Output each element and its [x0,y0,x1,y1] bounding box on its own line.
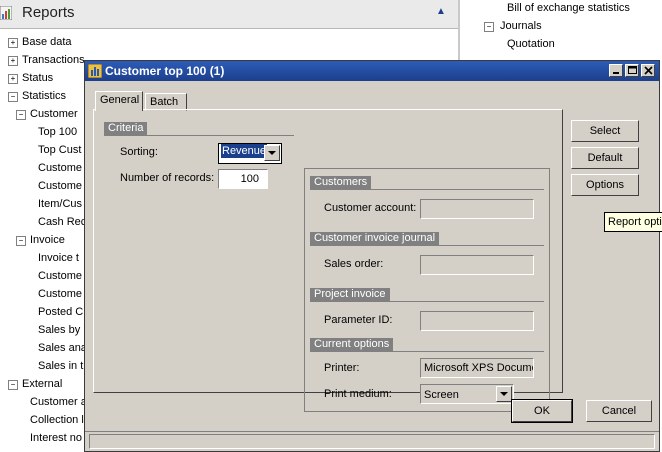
invoice-journal-divider [310,245,544,246]
invoice-journal-group-label: Customer invoice journal [310,232,440,245]
cancel-button[interactable]: Cancel [586,400,652,422]
maximize-button[interactable] [625,64,639,77]
tree-item[interactable]: Top Cust [38,144,81,156]
status-bar-field [89,434,655,449]
tree-item[interactable]: Cash Rec [38,216,86,228]
customer-top-100-dialog: Customer top 100 (1) General Batch Crite… [84,60,660,452]
customers-group-label: Customers [310,176,372,189]
general-tab-panel: Criteria Sorting: Revenue Number of reco… [93,109,563,412]
tree-item-journals[interactable]: Journals [500,20,542,32]
print-medium-dropdown-button[interactable] [496,386,512,402]
sorting-value: Revenue [221,144,268,158]
current-options-group-label: Current options [310,338,394,351]
select-button[interactable]: Select [571,120,639,142]
chevron-down-icon [268,151,276,155]
sales-order-field[interactable] [420,255,534,275]
tree-item[interactable]: Custome [38,180,82,192]
print-medium-value: Screen [424,389,459,401]
criteria-divider [104,135,294,136]
tree-item[interactable]: Sales ana [38,342,87,354]
tree-item-quotation[interactable]: Quotation [507,38,555,50]
expand-icon[interactable]: + [8,56,18,66]
minimize-button[interactable] [609,64,623,77]
sales-order-label: Sales order: [324,258,384,270]
reports-header: Reports ▲ [0,0,458,29]
tab-general-label: General [100,94,140,106]
tree-item[interactable]: Top 100 [38,126,77,138]
reports-title: Reports [22,4,75,21]
tree-item[interactable]: Invoice [30,234,65,246]
collapse-icon[interactable]: − [16,236,26,246]
dialog-titlebar[interactable]: Customer top 100 (1) [85,61,659,81]
app-icon [88,64,102,78]
tree-item[interactable]: Statistics [22,90,66,102]
tree-item[interactable]: Status [22,72,53,84]
tree-item[interactable]: Invoice t [38,252,79,264]
expand-icon[interactable]: + [8,74,18,84]
sorting-label: Sorting: [120,146,158,158]
print-medium-label: Print medium: [324,388,392,400]
collapse-icon[interactable]: − [8,380,18,390]
expand-icon[interactable]: + [8,38,18,48]
tree-item[interactable]: Sales in t [38,360,83,372]
chevron-down-icon [500,392,508,396]
sorting-select[interactable]: Revenue [218,143,282,164]
current-options-divider [310,351,544,352]
tab-batch-label: Batch [150,96,179,108]
customers-divider [310,189,544,190]
ok-button[interactable]: OK [511,399,573,423]
minimize-icon [613,72,619,74]
criteria-group-label: Criteria [104,122,148,135]
tree-item[interactable]: Base data [22,36,72,48]
collapse-icon[interactable]: − [8,92,18,102]
tree-item[interactable]: Collection l [30,414,84,426]
project-invoice-group-label: Project invoice [310,288,390,301]
tree-item-bill-of-exchange-statistics[interactable]: Bill of exchange statistics [507,2,630,14]
tree-item[interactable]: Transactions [22,54,85,66]
options-tooltip: Report optio [604,212,662,232]
tree-item[interactable]: Sales by [38,324,80,336]
close-icon [644,66,653,75]
options-button[interactable]: Options [571,174,639,196]
collapse-icon[interactable]: − [484,22,494,32]
records-input[interactable]: 100 [218,169,268,189]
collapse-up-icon[interactable]: ▲ [436,6,446,17]
report-icon [0,6,12,20]
right-pane-tree: Bill of exchange statistics − Journals Q… [466,0,662,58]
maximize-icon [628,66,637,74]
customer-account-label: Customer account: [324,202,417,214]
printer-field[interactable]: Microsoft XPS Docume [420,358,534,378]
tree-item[interactable]: Item/Cus [38,198,82,210]
parameter-id-field[interactable] [420,311,534,331]
tree-item[interactable]: Custome [38,270,82,282]
tree-item[interactable]: Customer a [30,396,87,408]
close-button[interactable] [641,64,655,77]
sorting-dropdown-button[interactable] [264,145,280,161]
collapse-icon[interactable]: − [16,110,26,120]
dialog-title: Customer top 100 (1) [105,64,225,78]
print-medium-select[interactable]: Screen [420,384,514,404]
project-invoice-divider [310,301,544,302]
printer-label: Printer: [324,362,360,374]
tree-item[interactable]: Custome [38,288,82,300]
default-button[interactable]: Default [571,147,639,169]
tree-item[interactable]: Interest no [30,432,82,444]
tree-item[interactable]: External [22,378,62,390]
tree-item[interactable]: Posted C [38,306,83,318]
pane-separator [458,0,460,64]
tree-item[interactable]: Custome [38,162,82,174]
customer-account-field[interactable] [420,199,534,219]
records-label: Number of records: [120,172,215,184]
parameter-id-label: Parameter ID: [324,314,393,326]
tree-item[interactable]: Customer [30,108,78,120]
tab-general[interactable]: General [95,91,143,111]
